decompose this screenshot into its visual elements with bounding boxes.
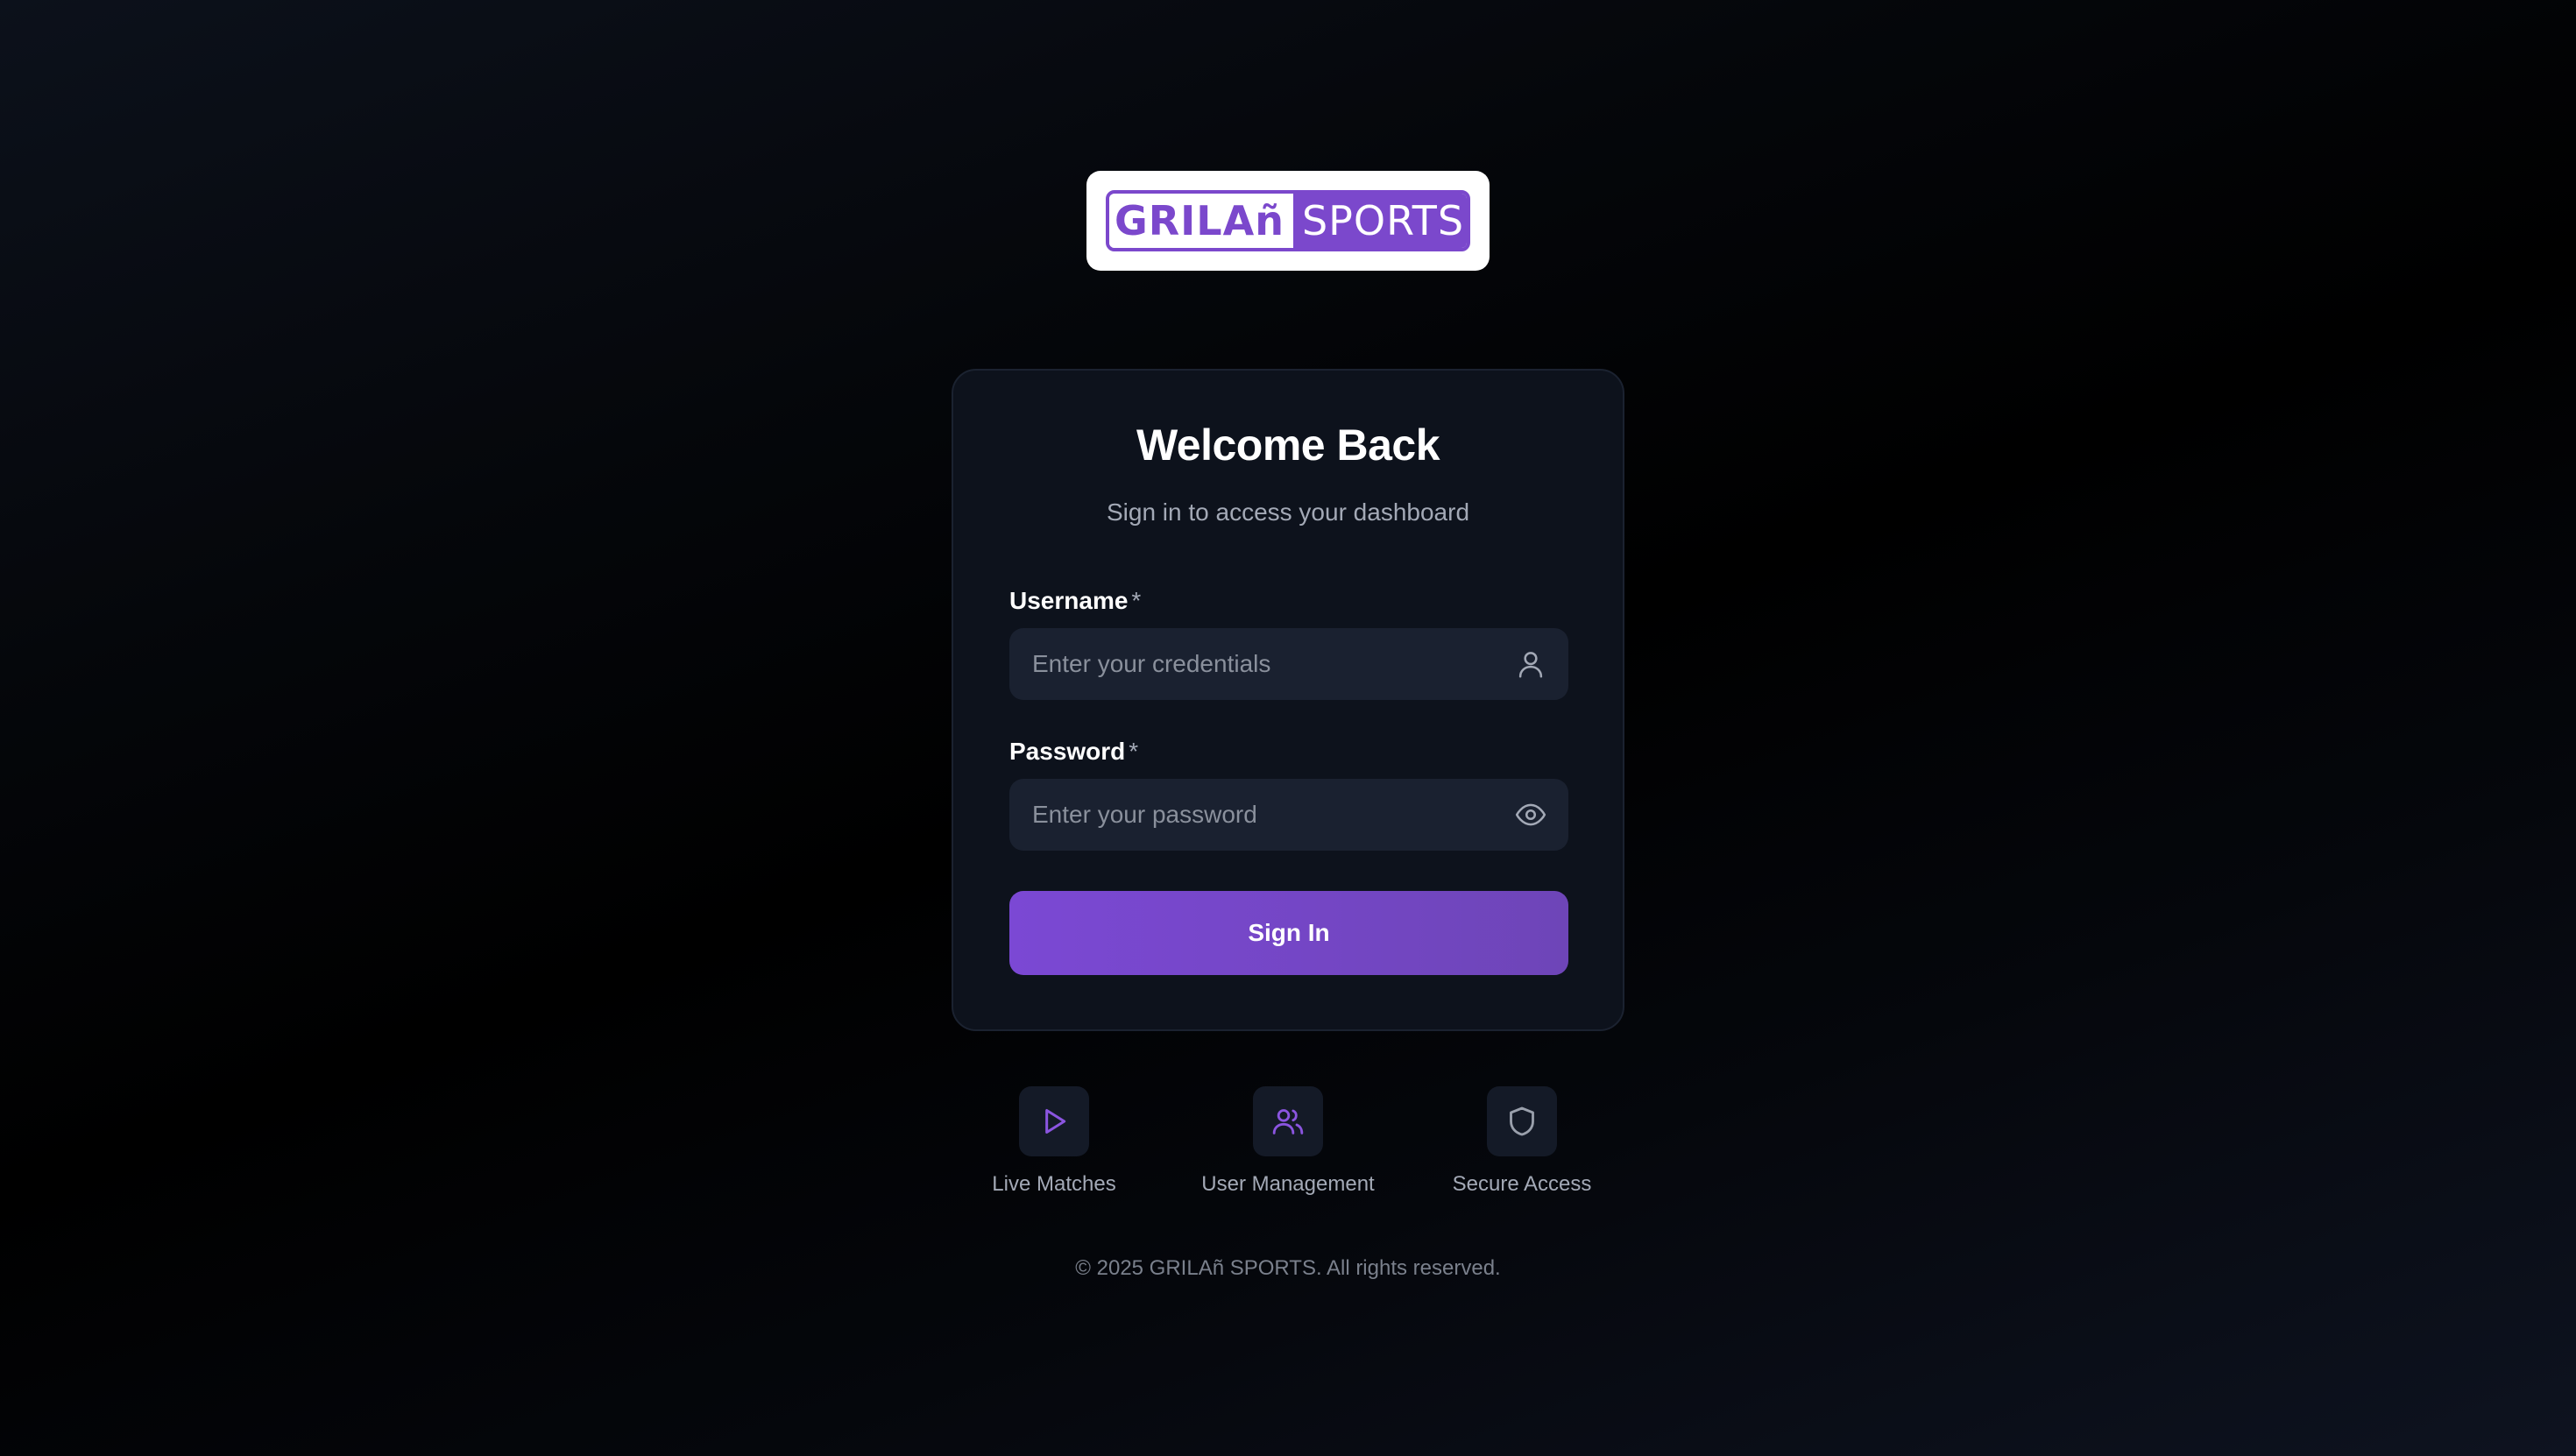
users-icon — [1272, 1109, 1304, 1134]
brand-logo-frame: GRILAñ SPORTS — [1106, 190, 1470, 251]
login-subtitle: Sign in to access your dashboard — [1106, 498, 1470, 526]
brand-logo: GRILAñ SPORTS — [1086, 171, 1490, 271]
login-card: Welcome Back Sign in to access your dash… — [952, 369, 1624, 1031]
password-label-text: Password — [1009, 738, 1126, 765]
sign-in-button[interactable]: Sign In — [1009, 891, 1568, 975]
feature-secure-access: Secure Access — [1408, 1086, 1636, 1197]
username-required-mark: * — [1131, 587, 1142, 614]
username-label: Username * — [1009, 587, 1141, 615]
username-input[interactable] — [1009, 628, 1483, 700]
feature-user-management: User Management — [1174, 1086, 1402, 1197]
play-icon — [1045, 1109, 1066, 1134]
feature-icon-container — [1487, 1086, 1557, 1156]
login-title: Welcome Back — [1136, 421, 1440, 470]
user-icon — [1518, 652, 1543, 678]
password-input[interactable] — [1009, 779, 1483, 851]
password-label: Password * — [1009, 738, 1138, 766]
username-field — [1009, 628, 1568, 700]
footer-copyright: © 2025 GRILAñ SPORTS. All rights reserve… — [1075, 1256, 1501, 1280]
login-page: GRILAñ SPORTS Welcome Back Sign in to ac… — [0, 0, 2576, 1456]
brand-logo-sports: SPORTS — [1292, 194, 1467, 248]
feature-label: Secure Access — [1452, 1172, 1592, 1196]
username-label-text: Username — [1009, 587, 1129, 614]
password-field — [1009, 779, 1568, 851]
feature-live-matches: Live Matches — [940, 1086, 1168, 1197]
feature-label: Live Matches — [992, 1172, 1116, 1196]
brand-logo-name: GRILAñ — [1109, 194, 1293, 248]
eye-icon[interactable] — [1514, 798, 1547, 831]
password-required-mark: * — [1129, 738, 1139, 765]
feature-label: User Management — [1201, 1172, 1375, 1196]
feature-icon-container — [1253, 1086, 1323, 1156]
feature-icon-container — [1019, 1086, 1089, 1156]
shield-icon — [1510, 1106, 1534, 1136]
